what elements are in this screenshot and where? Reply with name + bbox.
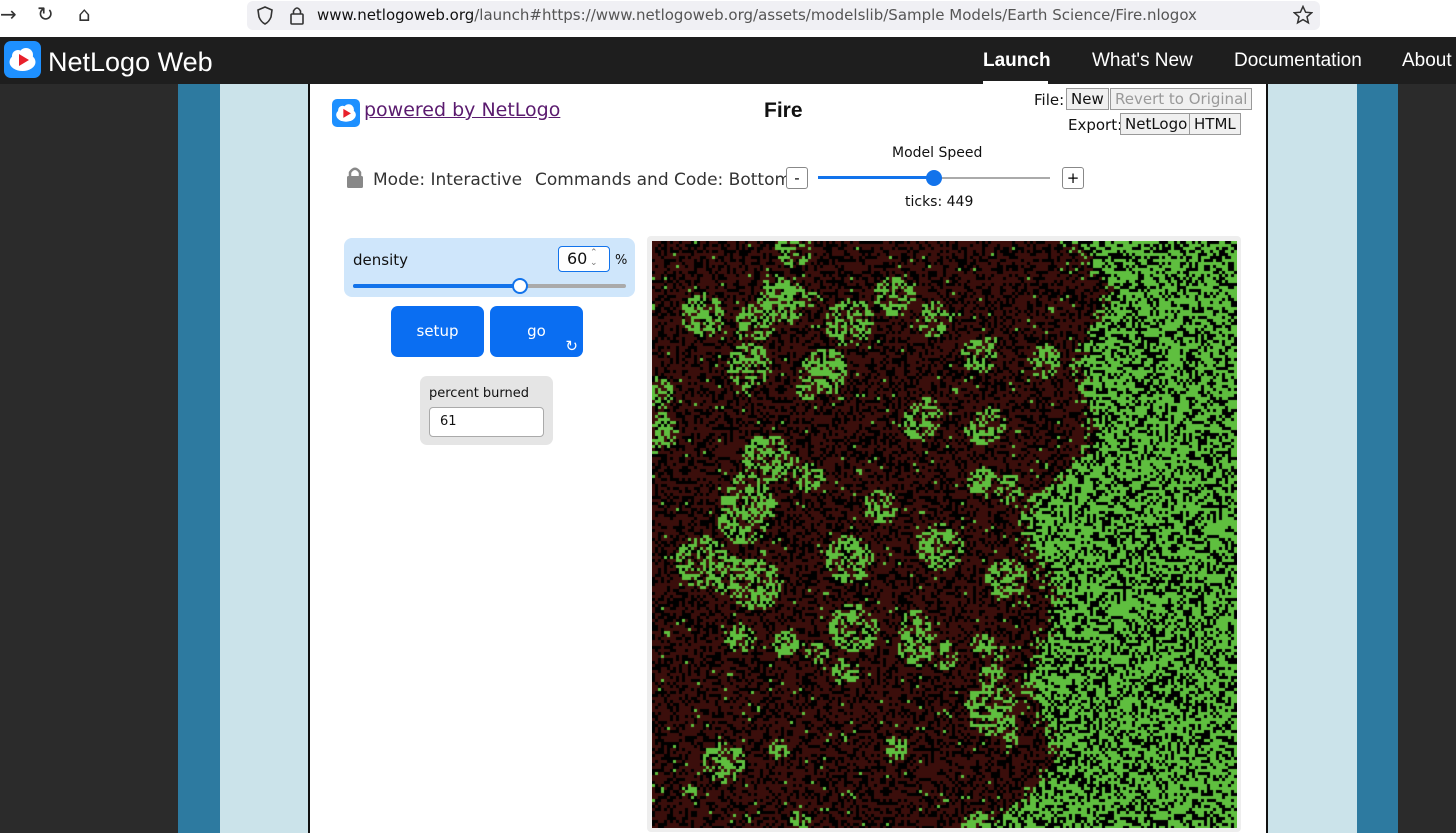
- site-navbar: NetLogo Web Launch What's New Documentat…: [0, 37, 1456, 84]
- cloud-play-icon: [336, 104, 356, 122]
- commands-and-code-toggle[interactable]: Commands and Code: Bottom: [535, 170, 791, 190]
- cloud-play-icon: [9, 48, 36, 71]
- url-host: www.netlogoweb.org: [317, 6, 475, 24]
- lock-icon[interactable]: [346, 166, 364, 188]
- nav-link-documentation[interactable]: Documentation: [1234, 50, 1362, 72]
- density-label: density: [353, 251, 408, 269]
- powered-by-netlogo-link[interactable]: powered by NetLogo: [364, 99, 560, 121]
- netlogo-logo: [332, 99, 360, 127]
- back-arrow-icon[interactable]: →: [0, 4, 17, 24]
- browser-toolbar: → ↻ ⌂ www.netlogoweb.org/launch#https://…: [0, 0, 1456, 37]
- percent-burned-monitor: percent burned 61: [420, 376, 553, 445]
- file-new-button[interactable]: New: [1066, 88, 1109, 110]
- model-speed-label: Model Speed: [892, 145, 983, 161]
- density-value-input[interactable]: 60: [558, 246, 610, 272]
- density-slider-widget: density 60 ⌃ ⌄ %: [344, 238, 635, 297]
- export-netlogo-button[interactable]: NetLogo: [1120, 113, 1193, 135]
- nav-link-whats-new[interactable]: What's New: [1092, 50, 1193, 72]
- go-button-label: go: [527, 322, 546, 340]
- monitor-label: percent burned: [429, 386, 530, 401]
- setup-button-label: setup: [416, 322, 459, 340]
- ticks-counter: ticks: 449: [905, 194, 974, 210]
- revert-to-original-button[interactable]: Revert to Original: [1110, 88, 1253, 110]
- url-text: www.netlogoweb.org/launch#https://www.ne…: [317, 6, 1197, 24]
- setup-button[interactable]: setup: [391, 306, 484, 357]
- monitor-value: 61: [429, 407, 544, 437]
- file-label: File:: [1034, 91, 1065, 109]
- go-button[interactable]: go ↻: [490, 306, 583, 357]
- bookmark-star-icon[interactable]: [1293, 5, 1313, 25]
- export-html-button[interactable]: HTML: [1189, 113, 1241, 135]
- reload-icon[interactable]: ↻: [37, 4, 54, 24]
- netlogo-web-logo[interactable]: [4, 41, 41, 78]
- site-title[interactable]: NetLogo Web: [48, 47, 213, 78]
- speed-slider-fill: [818, 176, 934, 179]
- world-view-canvas[interactable]: [652, 241, 1237, 828]
- home-icon[interactable]: ⌂: [78, 4, 91, 24]
- mode-toggle[interactable]: Mode: Interactive: [373, 170, 522, 190]
- spinner-arrows-icon[interactable]: ⌃ ⌄: [590, 248, 598, 268]
- speed-decrease-button[interactable]: -: [786, 167, 808, 189]
- lock-icon: [290, 7, 304, 25]
- nav-link-launch[interactable]: Launch: [983, 50, 1051, 72]
- speed-slider-thumb[interactable]: [926, 170, 942, 186]
- shield-icon: [257, 6, 273, 25]
- nav-link-about[interactable]: About: [1402, 50, 1452, 72]
- export-label: Export:: [1068, 116, 1123, 134]
- url-path: /launch#https://www.netlogoweb.org/asset…: [474, 6, 1197, 24]
- model-title: Fire: [764, 99, 803, 122]
- forever-loop-icon: ↻: [565, 337, 578, 355]
- density-slider-fill: [353, 284, 520, 288]
- speed-increase-button[interactable]: +: [1062, 167, 1084, 189]
- address-bar[interactable]: www.netlogoweb.org/launch#https://www.ne…: [247, 1, 1320, 30]
- density-slider-thumb[interactable]: [511, 278, 528, 294]
- density-unit: %: [615, 253, 628, 268]
